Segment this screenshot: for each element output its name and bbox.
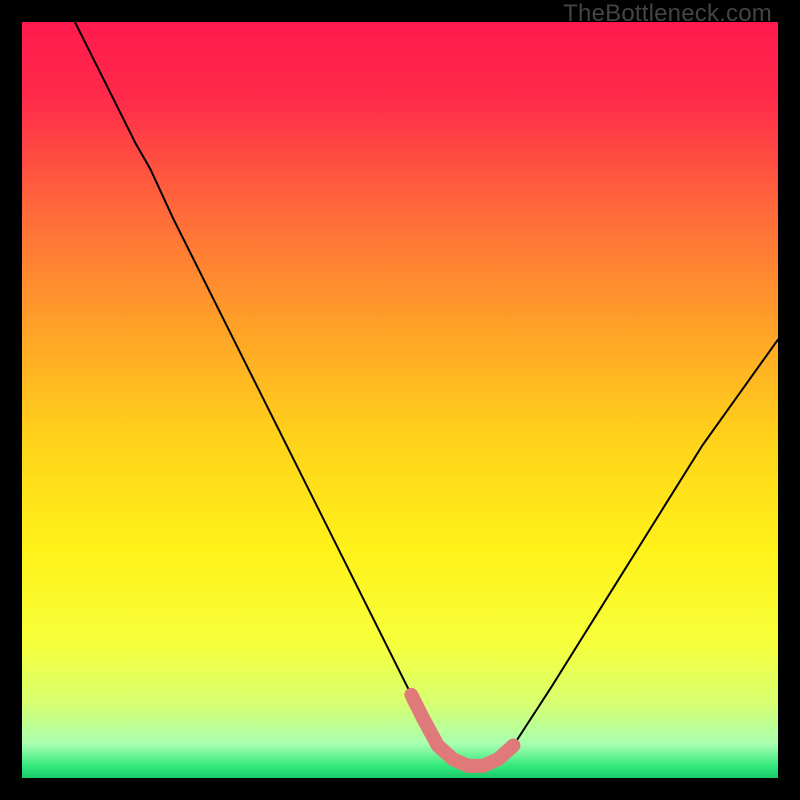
chart-frame: TheBottleneck.com — [0, 0, 800, 800]
gradient-background — [22, 22, 778, 778]
chart-svg — [22, 22, 778, 778]
chart-plot — [22, 22, 778, 778]
watermark-text: TheBottleneck.com — [563, 0, 772, 28]
